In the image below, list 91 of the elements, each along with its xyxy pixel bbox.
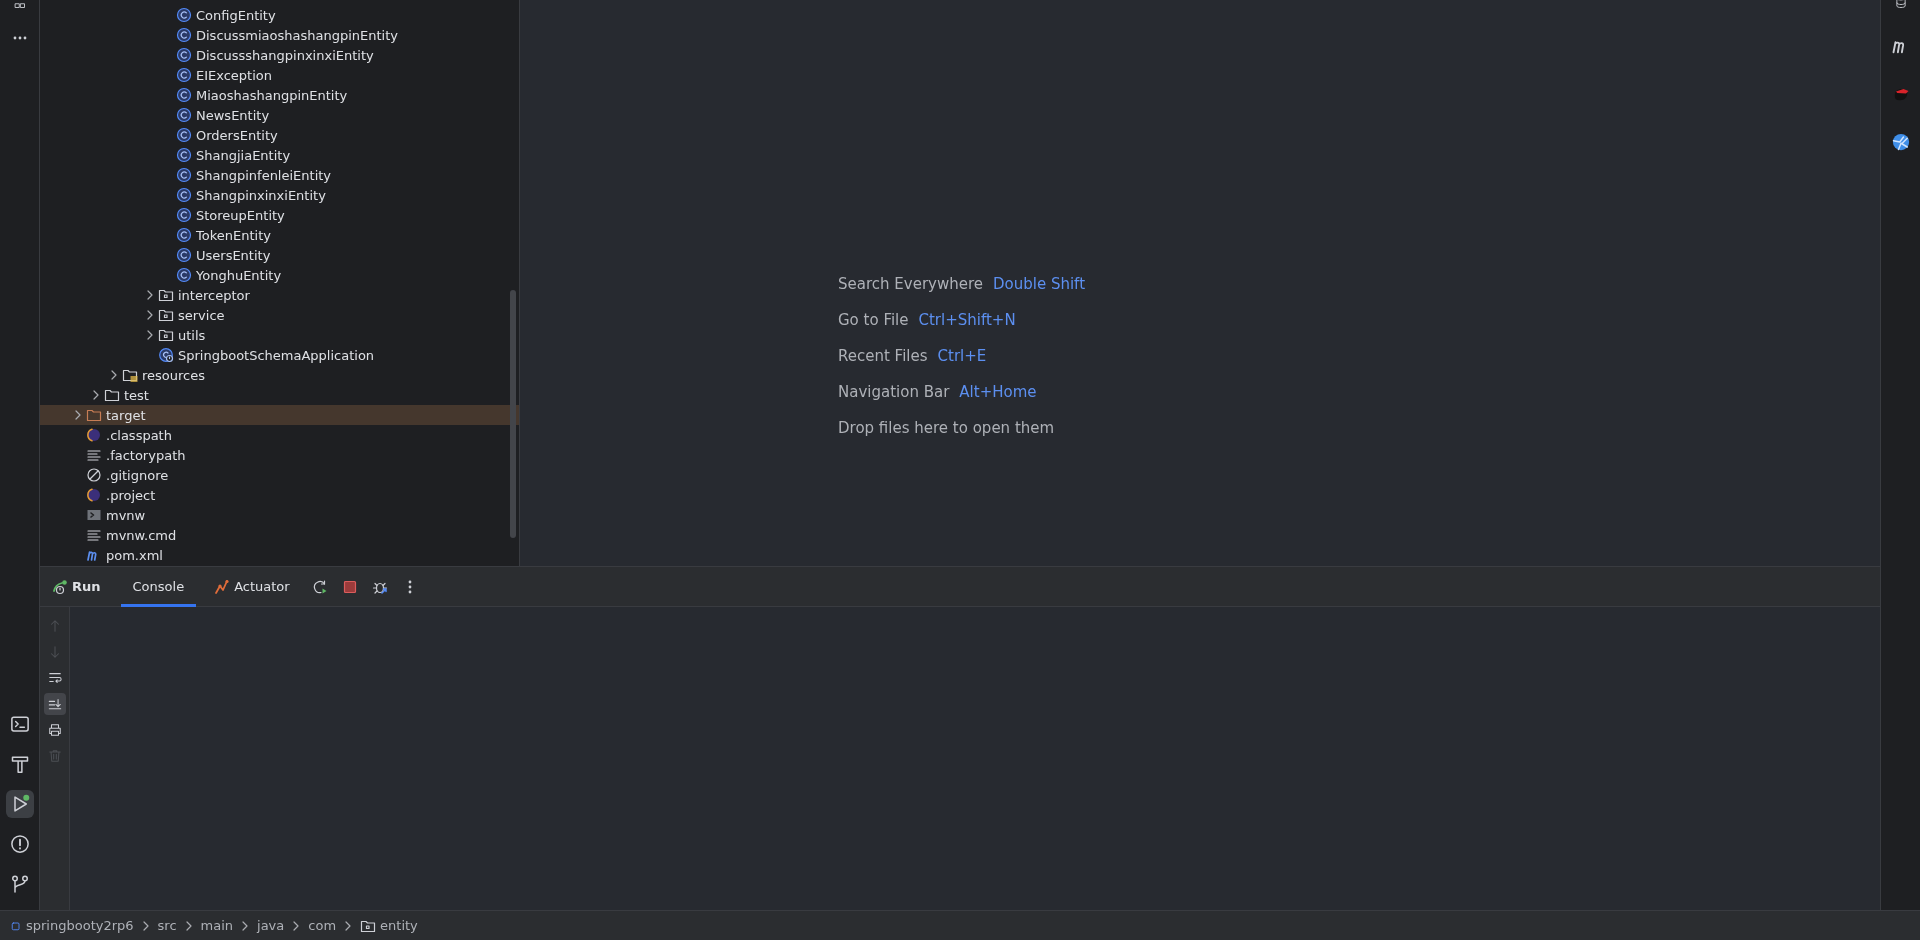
class-icon: [176, 247, 192, 263]
breadcrumb[interactable]: springbooty2rp6: [10, 918, 134, 933]
ignore-file-icon: [86, 467, 102, 483]
more-icon: [407, 579, 412, 594]
console-tool-button[interactable]: [43, 693, 66, 715]
printer-icon: [47, 723, 62, 737]
tree-item[interactable]: UsersEntity: [40, 245, 519, 265]
class-icon: [176, 227, 192, 243]
resource-folder-icon: [122, 367, 138, 383]
breadcrumb[interactable]: entity: [360, 917, 418, 934]
tree-item[interactable]: ShangpinfenleiEntity: [40, 165, 519, 185]
stop-icon: [341, 578, 358, 595]
tree-item[interactable]: utils: [40, 325, 519, 345]
tree-item[interactable]: MiaoshashangpinEntity: [40, 85, 519, 105]
class-icon: [176, 147, 192, 163]
hint-text: Navigation Bar: [838, 382, 950, 403]
more-icon: [12, 36, 27, 40]
folder-icon: [104, 387, 120, 403]
tree-item[interactable]: .classpath: [40, 425, 519, 445]
tree-item[interactable]: test: [40, 385, 519, 405]
class-icon: [176, 107, 192, 123]
tree-item[interactable]: .gitignore: [40, 465, 519, 485]
tree-item[interactable]: DiscussshangpinxinxiEntity: [40, 45, 519, 65]
console-tab[interactable]: Actuator: [202, 566, 302, 607]
module-icon: [10, 919, 22, 932]
branch-icon: [9, 874, 30, 894]
class-icon: [176, 27, 192, 43]
hint-text: Drop files here to open them: [838, 418, 1055, 439]
scrollbar-thumb[interactable]: [510, 290, 516, 538]
tree-item[interactable]: .factorypath: [40, 445, 519, 465]
text-file-icon: [86, 447, 102, 463]
class-icon: [176, 67, 192, 83]
breadcrumb[interactable]: src: [157, 918, 177, 933]
run-config-icon: [52, 578, 68, 595]
breadcrumb[interactable]: main: [200, 918, 234, 933]
class-icon: [176, 187, 192, 203]
tree-item[interactable]: YonghuEntity: [40, 265, 519, 285]
tree-item[interactable]: DiscussmiaoshashangpinEntity: [40, 25, 519, 45]
tree-item[interactable]: EIException: [40, 65, 519, 85]
breadcrumb[interactable]: com: [308, 918, 337, 933]
class-icon: [176, 127, 192, 143]
class-icon: [176, 47, 192, 63]
trash-icon: [47, 749, 62, 763]
globe-icon: [1890, 132, 1911, 152]
tree-item[interactable]: mvnw: [40, 505, 519, 525]
tree-item[interactable]: interceptor: [40, 285, 519, 305]
class-icon: [176, 207, 192, 223]
tree-item[interactable]: mvnw.cmd: [40, 525, 519, 545]
shortcut-text: Alt+Home: [959, 382, 1037, 403]
hint-text: Go to File: [838, 310, 909, 331]
text-file-icon: [86, 527, 102, 543]
script-file-icon: [86, 507, 102, 523]
class-icon: [176, 87, 192, 103]
tree-item[interactable]: ShangjiaEntity: [40, 145, 519, 165]
hammer-icon: [9, 754, 30, 774]
shortcut-text: Double Shift: [993, 274, 1085, 295]
tree-item[interactable]: pom.xml: [40, 545, 519, 565]
tree-item[interactable]: .project: [40, 485, 519, 505]
package-folder-icon: [158, 327, 174, 343]
tree-item[interactable]: target: [40, 405, 519, 425]
tree-item[interactable]: NewsEntity: [40, 105, 519, 125]
terminal-icon: [9, 714, 30, 734]
tree-item[interactable]: resources: [40, 365, 519, 385]
class-icon: [176, 167, 192, 183]
tree-item[interactable]: ShangpinxinxiEntity: [40, 185, 519, 205]
folder-icon: [86, 407, 102, 423]
soft-wrap-icon: [47, 671, 62, 685]
tree-item[interactable]: TokenEntity: [40, 225, 519, 245]
hint-text: Recent Files: [838, 346, 928, 367]
class-icon: [158, 347, 174, 363]
class-icon: [176, 7, 192, 23]
toolbar-button[interactable]: [5, 790, 34, 818]
eclipse-icon: [86, 427, 102, 443]
run-title[interactable]: Run: [52, 578, 115, 595]
tree-item[interactable]: OrdersEntity: [40, 125, 519, 145]
tree-item[interactable]: SpringbootSchemaApplication: [40, 345, 519, 365]
eclipse-icon: [86, 487, 102, 503]
tree-item[interactable]: ConfigEntity: [40, 5, 519, 25]
warning-icon: [9, 834, 30, 854]
hint-text: Search Everywhere: [838, 274, 983, 295]
shortcut-text: Ctrl+E: [937, 346, 987, 367]
rerun-icon: [311, 578, 328, 595]
breadcrumb[interactable]: java: [257, 918, 285, 933]
class-icon: [176, 267, 192, 283]
actuator-icon: [214, 578, 231, 595]
scroll-to-end-icon: [47, 697, 62, 711]
tree-item[interactable]: service: [40, 305, 519, 325]
package-folder-icon: [158, 287, 174, 303]
tree-item[interactable]: StoreupEntity: [40, 205, 519, 225]
package-folder-icon: [158, 307, 174, 323]
shortcut-text: Ctrl+Shift+N: [918, 310, 1016, 331]
